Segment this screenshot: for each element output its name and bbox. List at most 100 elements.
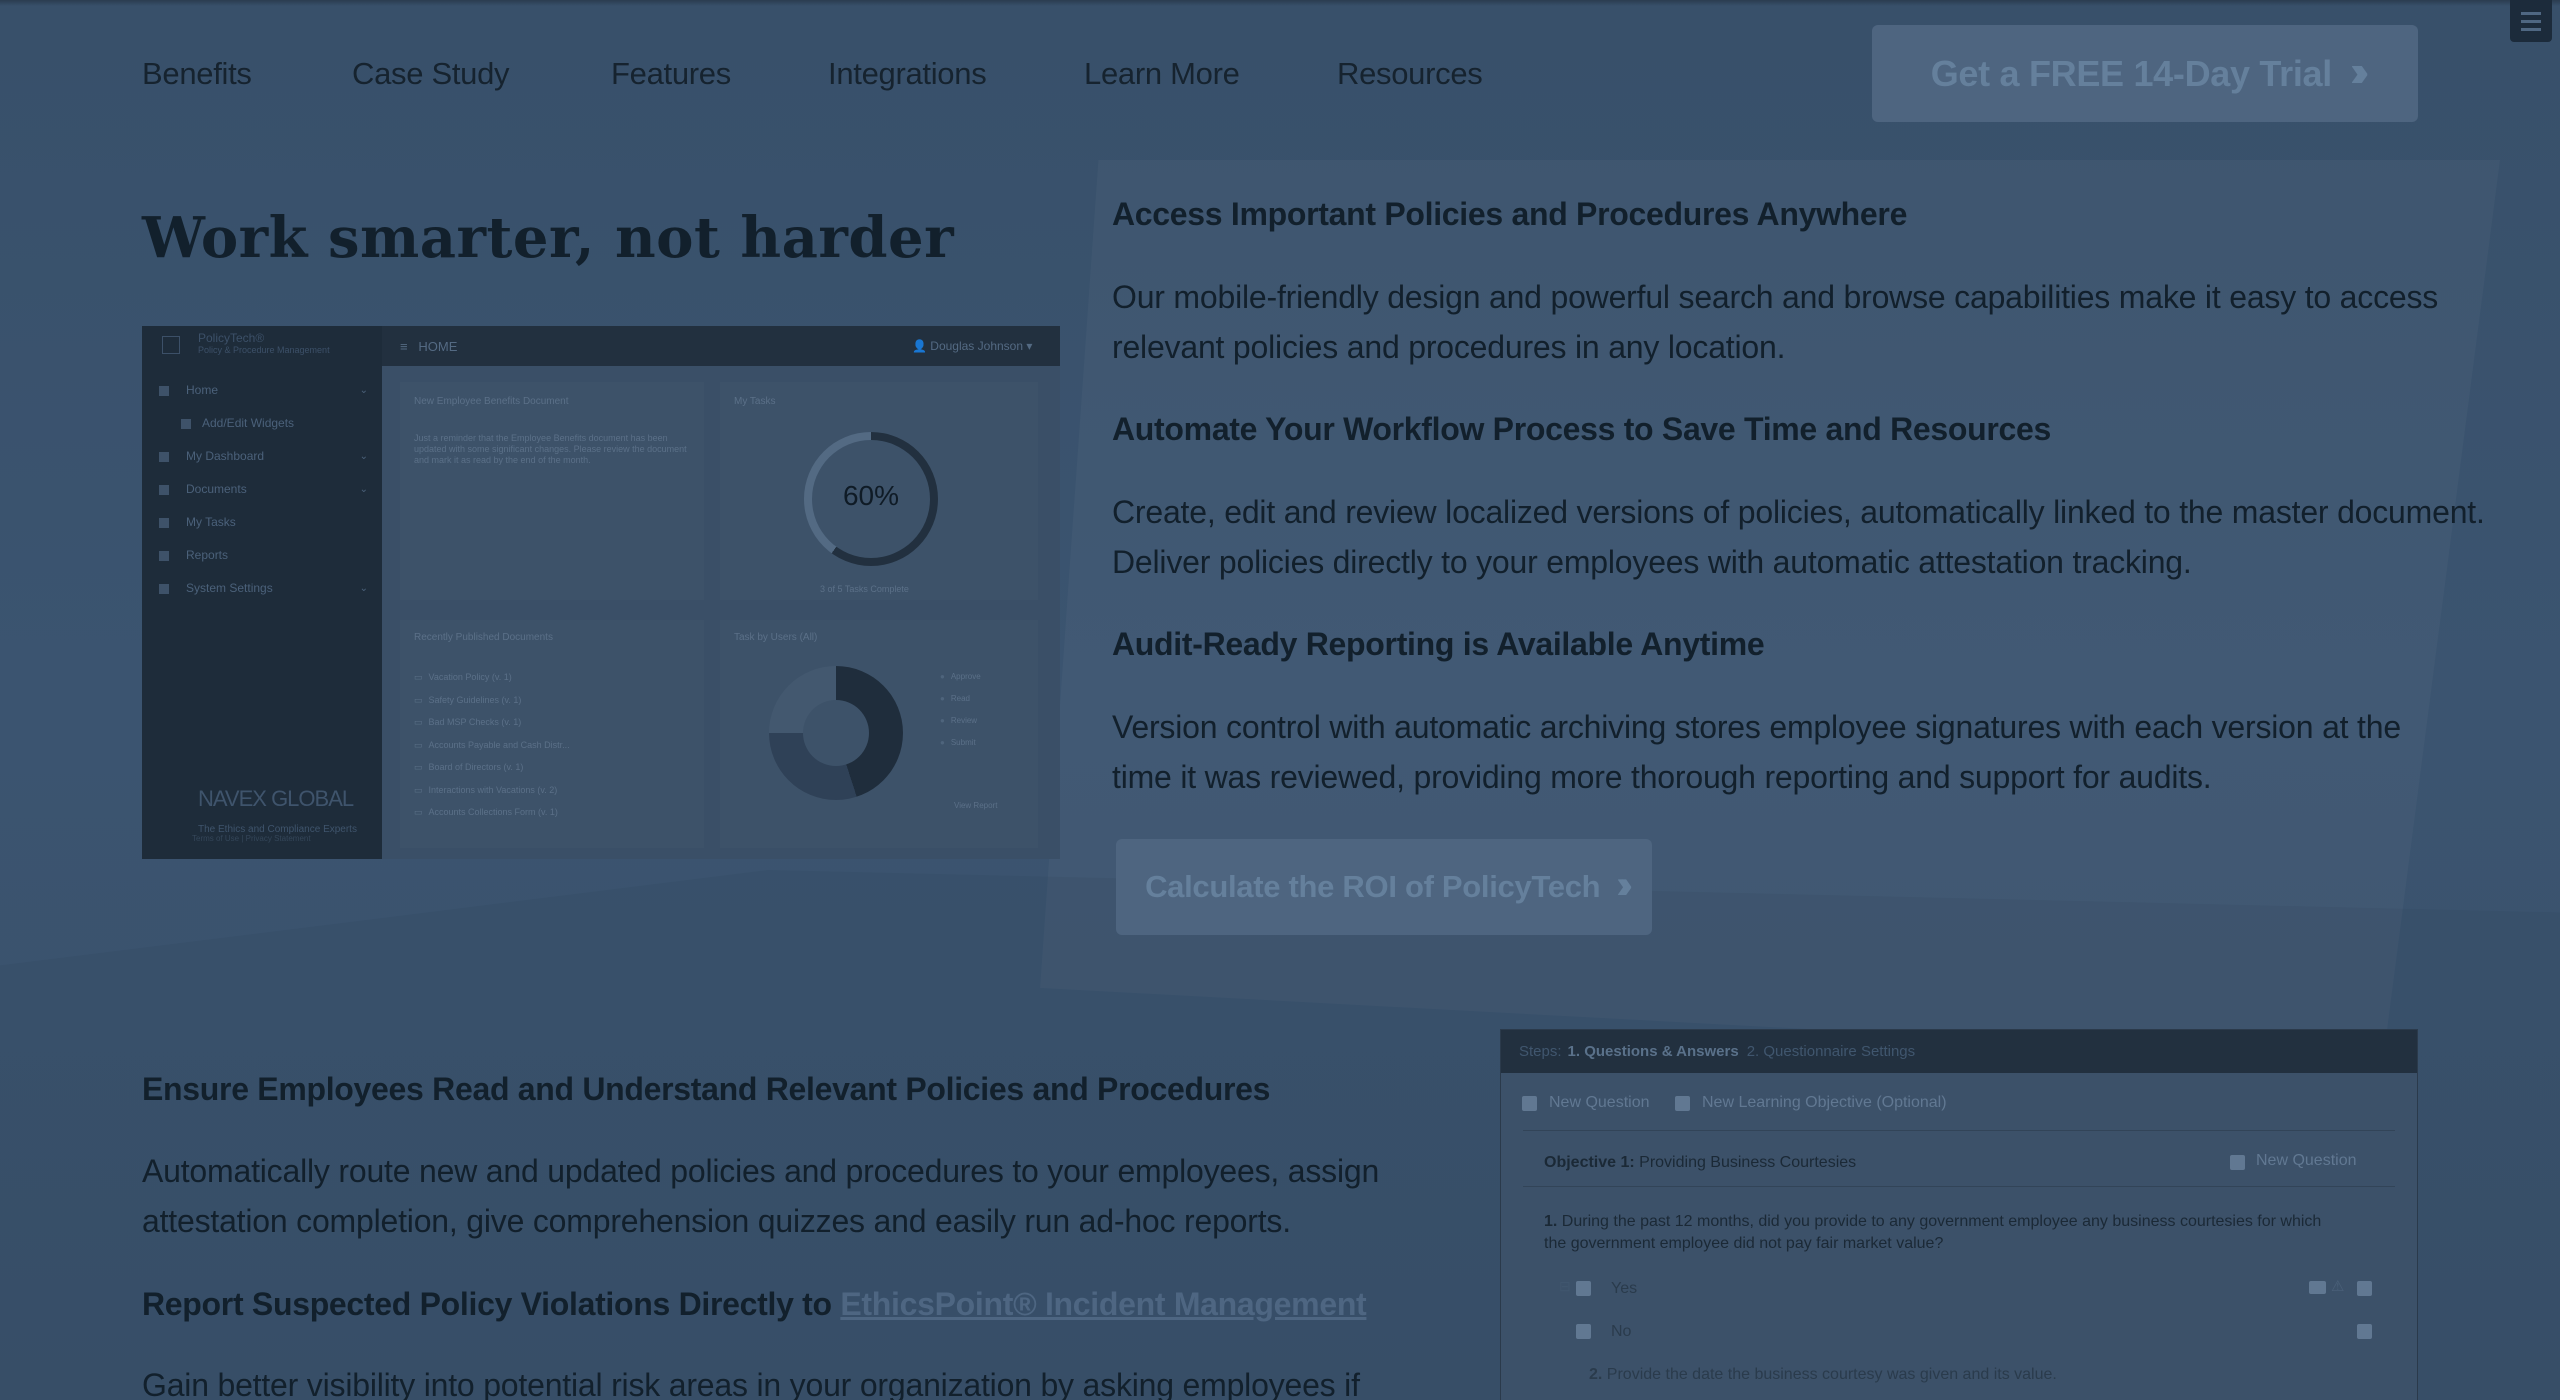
question-number: 2. <box>1589 1366 1603 1383</box>
quiz-steps: Steps: 1. Questions & Answers 2. Questionn… <box>1519 1043 1915 1060</box>
recent-doc-item: Interactions with Vacations (v. 2) <box>414 779 570 802</box>
free-trial-label: Get a FREE 14-Day Trial <box>1930 52 2333 94</box>
recent-doc-item: Accounts Collections Form (v. 1) <box>414 801 570 824</box>
recent-doc-item: Accounts Payable and Cash Distr... <box>414 734 570 757</box>
chevron-down-icon: ⌄ <box>359 451 368 462</box>
user-name: Douglas Johnson <box>930 339 1024 353</box>
double-chevron-right-icon: ›› <box>1616 862 1632 907</box>
double-chevron-right-icon: ›› <box>2349 46 2370 96</box>
steps-label: Steps: <box>1519 1043 1562 1060</box>
section-heading: Report Suspected Policy Violations Direc… <box>142 1286 1367 1323</box>
sidenav-item-widgets: Add/Edit Widgets <box>142 407 382 440</box>
document-icon <box>159 485 169 495</box>
screenshot-header-title: ≡ HOME <box>400 339 458 354</box>
legend-item: Review <box>940 710 981 732</box>
plus-box-icon <box>1675 1096 1690 1111</box>
objective-new-question-link: New Question <box>2256 1152 2357 1169</box>
screenshot-user: 👤 Douglas Johnson ▾ <box>912 339 1033 353</box>
plus-box-icon <box>2357 1324 2372 1339</box>
feature-heading: Automate Your Workflow Process to Save T… <box>1112 411 2052 447</box>
hamburger-menu-button[interactable] <box>2510 0 2552 42</box>
navex-logo-text: NAVEX GLOBAL <box>198 786 354 811</box>
brand-name: PolicyTech® <box>198 331 265 345</box>
sidenav-label: Home <box>186 383 219 397</box>
panel-title: My Tasks <box>734 396 776 407</box>
question-number: 1. <box>1544 1213 1558 1230</box>
feature-heading: Access Important Policies and Procedures… <box>1112 196 1908 232</box>
step-inactive: 2. Questionnaire Settings <box>1746 1043 1916 1060</box>
recent-doc-item: Bad MSP Checks (v. 1) <box>414 711 570 734</box>
page: Benefits Case Study Features Integration… <box>0 0 2560 1400</box>
checkbox-icon <box>1576 1281 1591 1296</box>
panel-title: Recently Published Documents <box>414 632 553 643</box>
nav-link-case-study[interactable]: Case Study <box>352 56 510 92</box>
heading-prefix: Report Suspected Policy Violations Direc… <box>142 1286 841 1322</box>
plus-box-icon <box>2357 1281 2372 1296</box>
nav-link-integrations[interactable]: Integrations <box>828 56 987 92</box>
chevron-down-icon: ⌄ <box>359 385 368 396</box>
hamburger-line <box>2521 27 2541 31</box>
header-title-text: HOME <box>418 339 458 354</box>
feature-text: Version control with automatic archiving… <box>1112 709 2401 795</box>
sidenav-item-reports: Reports <box>142 539 382 572</box>
recent-doc-item: Safety Guidelines (v. 1) <box>414 689 570 712</box>
free-trial-button[interactable]: Get a FREE 14-Day Trial ›› <box>1872 25 2418 122</box>
feature-text: Create, edit and review localized versio… <box>1112 494 2485 580</box>
nav-link-learn-more[interactable]: Learn More <box>1084 56 1240 92</box>
panel-title: New Employee Benefits Document <box>414 396 569 407</box>
new-question-link: New Question <box>1549 1094 1650 1111</box>
panel-text: Just a reminder that the Employee Benefi… <box>414 433 687 465</box>
checkbox-icon <box>1576 1324 1591 1339</box>
donut-chart <box>769 666 903 800</box>
divider <box>1523 1130 2395 1131</box>
answer-yes: Yes <box>1611 1280 1638 1297</box>
objective-title: Objective 1: Providing Business Courtesi… <box>1544 1152 1856 1174</box>
policytech-logo-icon <box>162 336 180 354</box>
legend-item: Submit <box>940 732 981 754</box>
screenshot-sidenav: Home ⌄ Add/Edit Widgets My Dashboard ⌄ Doc… <box>142 374 382 605</box>
chevron-down-icon: ⌄ <box>359 484 368 495</box>
nav-link-features[interactable]: Features <box>611 56 731 92</box>
bar-chart-icon <box>159 551 169 561</box>
answer-no: No <box>1611 1323 1632 1340</box>
recent-doc-list: Vacation Policy (v. 1) Safety Guidelines… <box>414 666 570 824</box>
navex-logo: NAVEX GLOBAL The Ethics and Compliance Ex… <box>198 786 357 838</box>
chevron-down-icon: ⌄ <box>359 583 368 594</box>
hamburger-line <box>2521 19 2541 23</box>
sidenav-item-home: Home ⌄ <box>142 374 382 407</box>
objective-label: Objective 1: <box>1544 1154 1635 1171</box>
screenshot-footer: Terms of Use | Privacy Statement <box>192 834 311 843</box>
plus-box-icon <box>2230 1155 2245 1170</box>
recent-doc-item: Vacation Policy (v. 1) <box>414 666 570 689</box>
sidenav-item-tasks: My Tasks <box>142 506 382 539</box>
legend-item: Approve <box>940 666 981 688</box>
nav-link-benefits[interactable]: Benefits <box>142 56 252 92</box>
sidenav-item-dashboard: My Dashboard ⌄ <box>142 440 382 473</box>
dashboard-icon <box>159 452 169 462</box>
nav-link-resources[interactable]: Resources <box>1337 56 1483 92</box>
sidenav-label: Documents <box>186 482 247 496</box>
new-objective-link: New Learning Objective (Optional) <box>1702 1094 1947 1111</box>
sidenav-label: Add/Edit Widgets <box>202 416 295 430</box>
sidenav-label: System Settings <box>186 581 273 595</box>
view-report-link: View Report <box>954 801 998 810</box>
top-shadow <box>0 0 2560 6</box>
divider <box>1523 1186 2395 1187</box>
home-icon <box>159 386 169 396</box>
progress-caption: 3 of 5 Tasks Complete <box>820 584 909 594</box>
legend-item: Read <box>940 688 981 710</box>
section-text: Automatically route new and updated poli… <box>142 1153 1380 1239</box>
question-text: Provide the date the business courtesy w… <box>1606 1366 2057 1383</box>
step-active: 1. Questions & Answers <box>1567 1043 1739 1060</box>
panel-title: Task by Users (All) <box>734 632 818 643</box>
sidenav-label: My Tasks <box>186 515 236 529</box>
tasks-icon <box>159 518 169 528</box>
progress-percent: 60% <box>842 480 900 511</box>
roi-button-label: Calculate the ROI of PolicyTech <box>1145 869 1601 904</box>
donut-legend: Approve Read Review Submit <box>940 666 981 754</box>
sidenav-item-settings: System Settings ⌄ <box>142 572 382 605</box>
roi-calculator-button[interactable]: Calculate the ROI of PolicyTech ›› <box>1116 839 1652 935</box>
feature-text: Our mobile-friendly design and powerful … <box>1112 279 2439 365</box>
ethicspoint-link[interactable]: EthicsPoint® Incident Management <box>840 1286 1366 1322</box>
plus-box-icon <box>181 419 191 429</box>
